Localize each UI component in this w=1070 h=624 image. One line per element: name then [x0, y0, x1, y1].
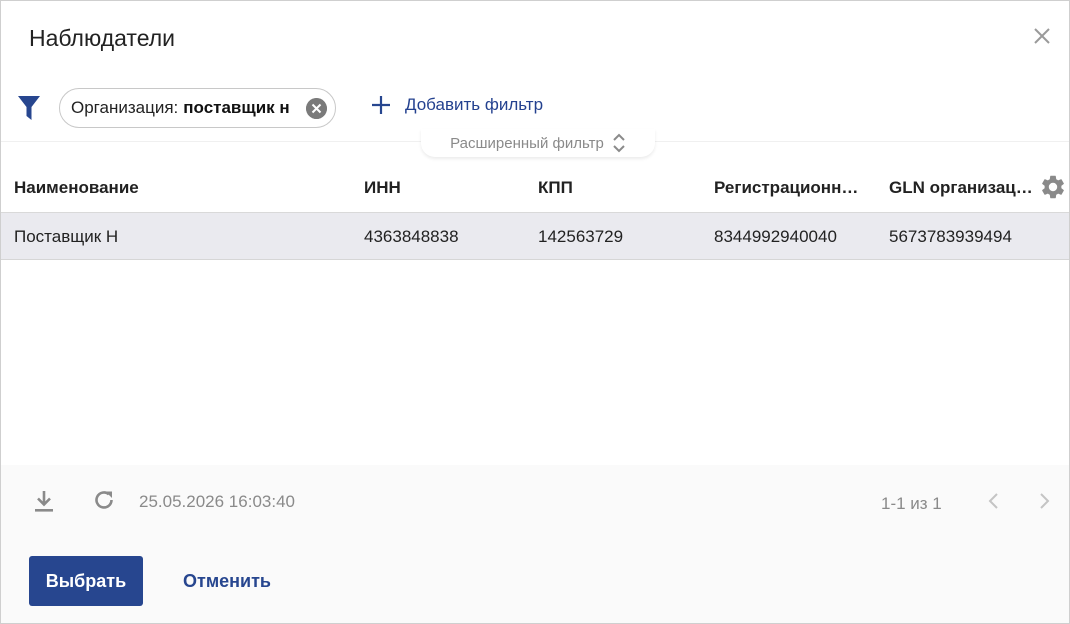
cell-registration: 8344992940040 [714, 227, 837, 246]
select-button[interactable]: Выбрать [29, 556, 143, 606]
refresh-icon[interactable] [92, 488, 116, 512]
pagination-info: 1-1 из 1 [881, 494, 942, 513]
chevron-left-icon[interactable] [986, 491, 1002, 511]
cell-gln: 5673783939494 [889, 227, 1012, 246]
column-header-gln[interactable]: GLN организац… [889, 178, 1037, 198]
download-icon[interactable] [33, 489, 55, 513]
last-updated-timestamp: 25.05.2026 16:03:40 [139, 492, 295, 511]
filter-bar: Организация: поставщик н Добавить фильтр [1, 85, 1069, 131]
column-header-inn[interactable]: ИНН [364, 178, 524, 198]
table-row[interactable]: Поставщик Н 4363848838 142563729 8344992… [1, 213, 1069, 260]
plus-icon [372, 96, 390, 114]
add-filter-button[interactable]: Добавить фильтр [371, 95, 543, 115]
column-header-name[interactable]: Наименование [14, 178, 344, 198]
cell-name: Поставщик Н [14, 227, 119, 246]
clear-circle-icon[interactable] [306, 98, 327, 119]
dialog-footer: 25.05.2026 16:03:40 1-1 из 1 Выбрать Отм… [1, 465, 1069, 623]
cell-kpp: 142563729 [538, 227, 624, 246]
filter-chip-value: поставщик н [183, 98, 290, 117]
table-header: Наименование ИНН КПП Регистрационн… GLN … [1, 161, 1069, 213]
cell-inn: 4363848838 [364, 227, 459, 246]
observers-dialog: Наблюдатели Организация: поставщик н Доб… [0, 0, 1070, 624]
advanced-filter-label: Расширенный фильтр [450, 134, 604, 152]
column-header-kpp[interactable]: КПП [538, 178, 698, 198]
close-icon[interactable] [1031, 25, 1053, 47]
add-filter-label: Добавить фильтр [405, 95, 544, 114]
advanced-filter-toggle[interactable]: Расширенный фильтр [421, 129, 655, 157]
chevron-right-icon[interactable] [1036, 491, 1052, 511]
filter-chip-organization[interactable]: Организация: поставщик н [59, 88, 336, 128]
filter-chip-label: Организация: [71, 98, 179, 117]
column-header-registration[interactable]: Регистрационн… [714, 178, 874, 198]
cancel-button[interactable]: Отменить [167, 556, 287, 606]
gear-icon[interactable] [1039, 173, 1067, 201]
unfold-icon [613, 133, 625, 153]
funnel-icon[interactable] [17, 95, 41, 121]
dialog-title: Наблюдатели [29, 25, 175, 51]
